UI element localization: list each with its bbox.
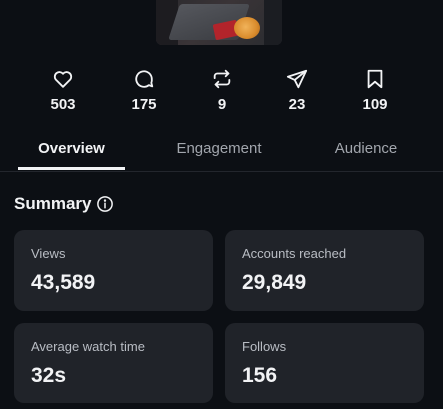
heart-icon [33, 68, 93, 90]
views-card[interactable]: Views 43,589 [14, 230, 213, 311]
engagement-stats-row: 503 175 9 23 109 [0, 68, 443, 118]
follows-label: Follows [242, 339, 287, 354]
average-watch-time-label: Average watch time [31, 339, 145, 354]
active-tab-indicator [18, 167, 125, 170]
accounts-reached-card[interactable]: Accounts reached 29,849 [225, 230, 424, 311]
saves-stat[interactable]: 109 [345, 68, 405, 113]
shares-count: 23 [288, 96, 306, 113]
info-icon[interactable] [96, 195, 114, 218]
insights-tabs: Overview Engagement Audience [0, 134, 443, 172]
views-label: Views [31, 246, 66, 261]
average-watch-time-value: 32s [31, 364, 67, 387]
thumbnail-shadow-right [264, 0, 282, 45]
average-watch-time-card[interactable]: Average watch time 32s [14, 323, 213, 403]
likes-stat[interactable]: 503 [33, 68, 93, 113]
summary-title: Summary [14, 194, 92, 213]
share-icon [267, 68, 327, 90]
follows-value: 156 [242, 364, 278, 387]
likes-count: 503 [50, 96, 76, 113]
views-value: 43,589 [31, 271, 96, 294]
repost-icon [192, 68, 252, 90]
thumbnail-coin [234, 17, 260, 39]
reposts-count: 9 [217, 96, 227, 113]
tab-engagement[interactable]: Engagement [165, 140, 273, 157]
shares-stat[interactable]: 23 [267, 68, 327, 113]
bookmark-icon [345, 68, 405, 90]
follows-card[interactable]: Follows 156 [225, 323, 424, 403]
saves-count: 109 [362, 96, 388, 113]
accounts-reached-value: 29,849 [242, 271, 307, 294]
comment-icon [114, 68, 174, 90]
accounts-reached-label: Accounts reached [242, 246, 347, 261]
post-thumbnail[interactable] [156, 0, 282, 45]
tab-audience[interactable]: Audience [322, 140, 410, 157]
comments-stat[interactable]: 175 [114, 68, 174, 113]
tab-overview[interactable]: Overview [18, 140, 125, 157]
comments-count: 175 [131, 96, 157, 113]
reposts-stat[interactable]: 9 [192, 68, 252, 113]
